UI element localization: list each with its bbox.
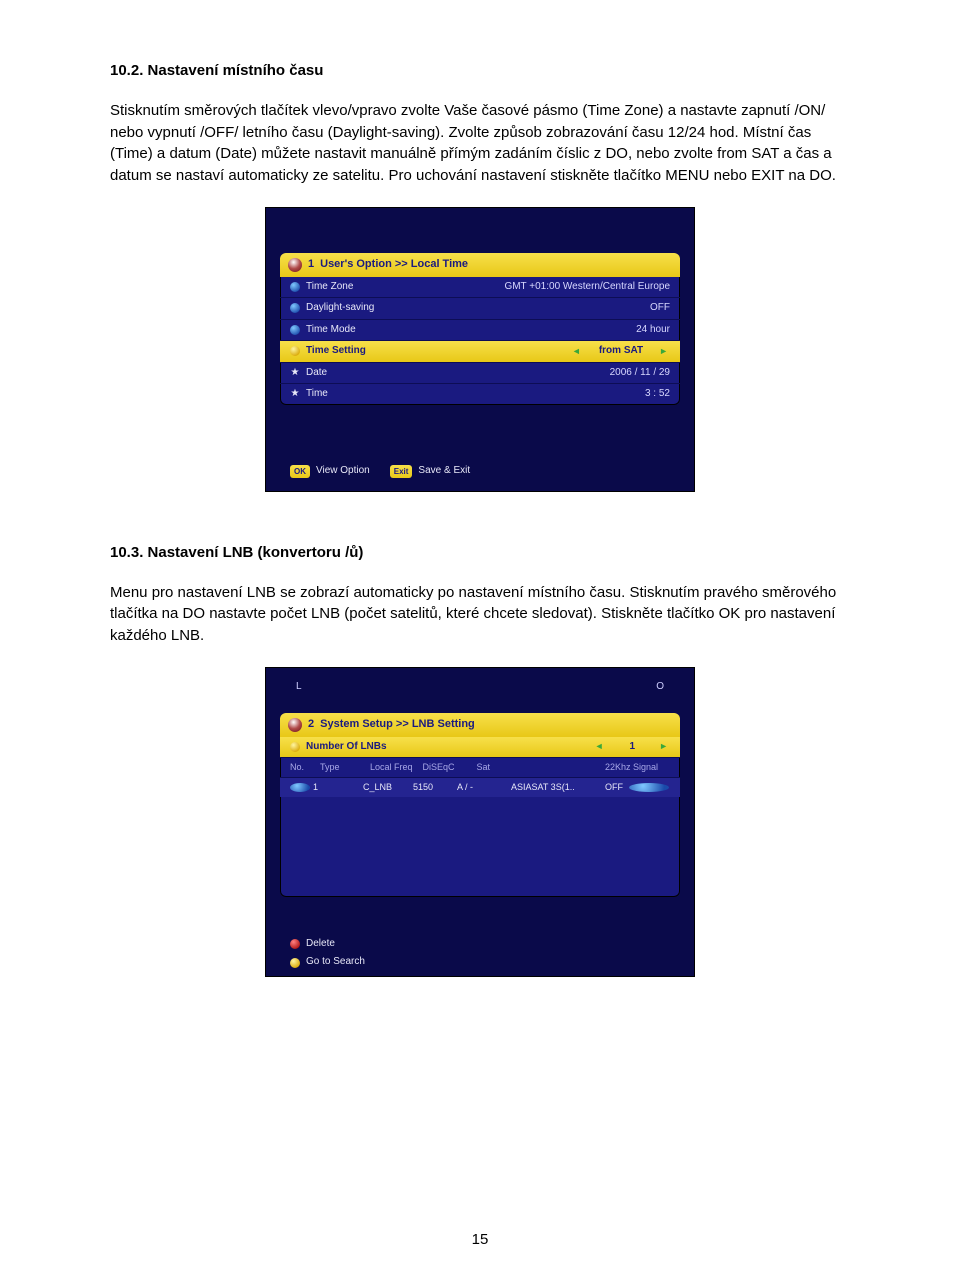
satdish-icon: [288, 718, 302, 732]
section-para-103: Menu pro nastavení LNB se zobrazí automa…: [110, 582, 850, 647]
row-time-setting[interactable]: Time Setting ◄ from SAT ►: [280, 341, 680, 363]
section-title-102: 10.2. Nastavení místního času: [110, 60, 850, 82]
arrow-right-icon[interactable]: ►: [659, 740, 670, 753]
bullet-icon: [290, 346, 300, 356]
star-icon: ★: [290, 389, 300, 399]
row-time[interactable]: ★Time 3 : 52: [280, 384, 680, 405]
menu-footer-hints-lnb: Delete Go to Search: [280, 935, 680, 972]
marker-o: O: [656, 680, 664, 695]
menu-breadcrumb: 1 User's Option >> Local Time: [280, 253, 680, 277]
row-number-of-lnbs[interactable]: Number Of LNBs ◄ 1 ►: [280, 737, 680, 759]
star-icon: ★: [290, 368, 300, 378]
delete-hint: Delete: [306, 937, 335, 952]
arrow-left-icon[interactable]: ◄: [572, 345, 583, 358]
exit-hint-icon: Exit: [390, 465, 413, 479]
section-para-102: Stisknutím směrových tlačítek vlevo/vpra…: [110, 100, 850, 187]
arrow-left-icon[interactable]: ◄: [595, 740, 606, 753]
bullet-icon: [290, 282, 300, 292]
exit-hint-text: Save & Exit: [418, 464, 470, 479]
row-time-zone[interactable]: Time Zone GMT +01:00 Western/Central Eur…: [280, 277, 680, 299]
row-date[interactable]: ★Date 2006 / 11 / 29: [280, 363, 680, 385]
section-title-103: 10.3. Nastavení LNB (konvertoru /ů): [110, 542, 850, 564]
bullet-icon: [290, 742, 300, 752]
menu-footer-hints: OK View Option Exit Save & Exit: [280, 458, 680, 485]
go-to-search-hint: Go to Search: [306, 955, 365, 970]
bullet-icon: [290, 325, 300, 335]
ok-hint-icon: OK: [290, 465, 310, 479]
breadcrumb-num: 2: [308, 717, 314, 733]
row-time-mode[interactable]: Time Mode 24 hour: [280, 320, 680, 342]
red-dot-icon: [290, 939, 300, 949]
screenshot-lnb-setting: L O 2 System Setup >> LNB Setting Number…: [265, 667, 695, 977]
breadcrumb-text: System Setup >> LNB Setting: [320, 717, 475, 733]
row-bullet-icon-end: [629, 783, 669, 792]
overlay-markers: L O: [296, 680, 664, 695]
lnb-table-row[interactable]: 1 C_LNB 5150 A / - ASIASAT 3S(1.. OFF: [280, 778, 680, 797]
lnb-table-header: No. Type Local Freq DiSEqC Sat 22Khz Sig…: [280, 758, 680, 778]
breadcrumb-num: 1: [308, 257, 314, 273]
ok-hint-text: View Option: [316, 464, 370, 479]
arrow-right-icon[interactable]: ►: [659, 345, 670, 358]
screenshot-local-time: 1 User's Option >> Local Time Time Zone …: [265, 207, 695, 492]
breadcrumb-text: User's Option >> Local Time: [320, 257, 468, 273]
row-bullet-icon: [290, 783, 310, 792]
page-number: 15: [0, 1229, 960, 1251]
menu-breadcrumb-lnb: 2 System Setup >> LNB Setting: [280, 713, 680, 737]
menu-panel-localtime: 1 User's Option >> Local Time Time Zone …: [280, 253, 680, 405]
globe-icon: [288, 258, 302, 272]
yellow-dot-icon: [290, 958, 300, 968]
menu-panel-lnb: 2 System Setup >> LNB Setting Number Of …: [280, 713, 680, 898]
marker-l: L: [296, 680, 302, 695]
bullet-icon: [290, 303, 300, 313]
row-daylight-saving[interactable]: Daylight-saving OFF: [280, 298, 680, 320]
